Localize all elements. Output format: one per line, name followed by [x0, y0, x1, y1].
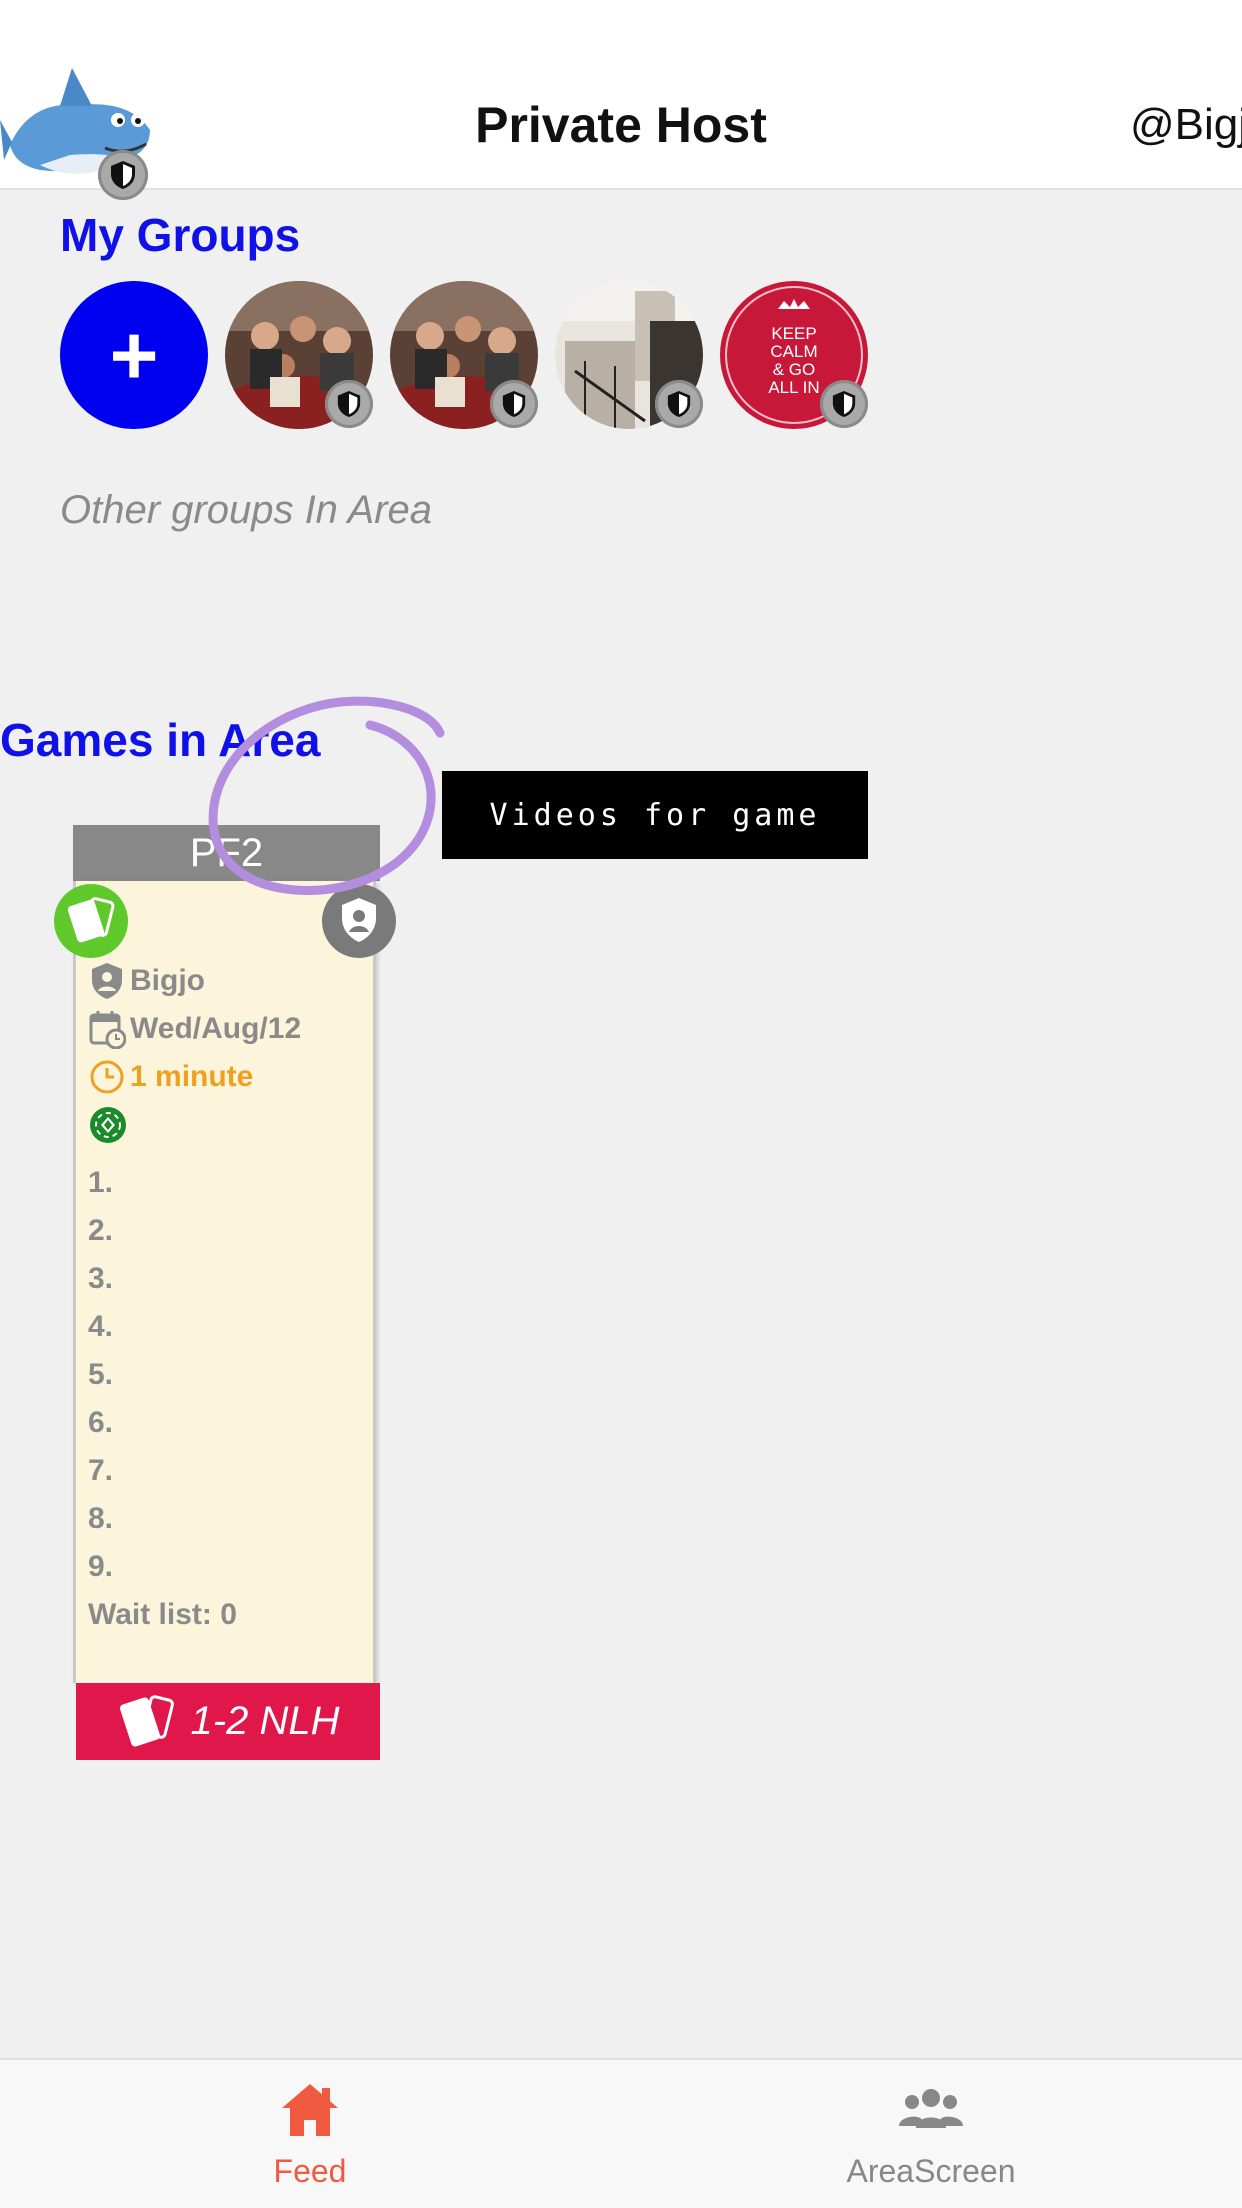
seat-slot[interactable]: 3.	[88, 1262, 113, 1296]
tab-areascreen[interactable]: AreaScreen	[781, 2080, 1081, 2190]
seat-slot[interactable]: 4.	[88, 1310, 113, 1344]
seat-slot[interactable]: 9.	[88, 1550, 113, 1584]
game-time: 1 minute	[130, 1060, 254, 1093]
tab-feed-label: Feed	[273, 2153, 347, 2189]
calendar-clock-icon	[89, 1011, 126, 1049]
seat-slot[interactable]: 2.	[88, 1214, 113, 1248]
bottom-tab-bar: Feed AreaScreen	[0, 2058, 1242, 2208]
group-shield-icon	[490, 380, 538, 428]
chip-row	[88, 1105, 128, 1145]
keep-calm-line-1: KEEP	[771, 324, 816, 343]
page-title: Private Host	[475, 97, 767, 153]
host-shield-icon	[98, 150, 148, 200]
host-row: Bigjo	[88, 961, 205, 1001]
group-shield-icon	[820, 380, 868, 428]
wait-list-label: Wait list: 0	[88, 1598, 237, 1631]
clock-icon	[90, 1060, 124, 1094]
seat-slot[interactable]: 7.	[88, 1454, 113, 1488]
seat-slot[interactable]: 8.	[88, 1502, 113, 1536]
keep-calm-line-4: ALL IN	[768, 378, 819, 397]
username-label[interactable]: @Bigj	[1130, 100, 1242, 150]
keep-calm-line-3: & GO	[773, 360, 816, 379]
host-name: Bigjo	[130, 964, 205, 997]
game-type-banner[interactable]: 1-2 NLH	[76, 1683, 380, 1760]
home-icon	[282, 2084, 338, 2136]
playing-cards-icon	[119, 1694, 174, 1747]
group-shield-icon	[325, 380, 373, 428]
game-card[interactable]: Bigjo Wed/Aug/12 1 minute 1. 2. 3. 4. 5.…	[73, 881, 376, 1683]
header-bar	[0, 0, 1242, 190]
keep-calm-line-2: CALM	[770, 342, 817, 361]
other-groups-label: Other groups In Area	[60, 488, 433, 532]
tab-areascreen-label: AreaScreen	[846, 2153, 1016, 2189]
game-type-label: 1-2 NLH	[190, 1699, 340, 1743]
annotation-circle	[208, 696, 445, 896]
seat-slot[interactable]: 5.	[88, 1358, 113, 1392]
group-shield-icon	[655, 380, 703, 428]
my-groups-title: My Groups	[60, 209, 301, 261]
tab-feed[interactable]: Feed	[160, 2080, 460, 2190]
game-date: Wed/Aug/12	[130, 1012, 302, 1045]
poker-chip-icon	[90, 1107, 126, 1143]
seat-slot[interactable]: 6.	[88, 1406, 113, 1440]
seat-slot[interactable]: 1.	[88, 1166, 113, 1200]
host-shield-user-icon	[92, 963, 122, 999]
add-group-button[interactable]: +	[60, 281, 208, 429]
videos-tooltip: Videos for game	[442, 771, 868, 859]
date-row: Wed/Aug/12	[88, 1009, 301, 1049]
time-row: 1 minute	[88, 1057, 253, 1097]
people-icon	[899, 2089, 963, 2128]
cards-badge-icon	[54, 884, 128, 958]
